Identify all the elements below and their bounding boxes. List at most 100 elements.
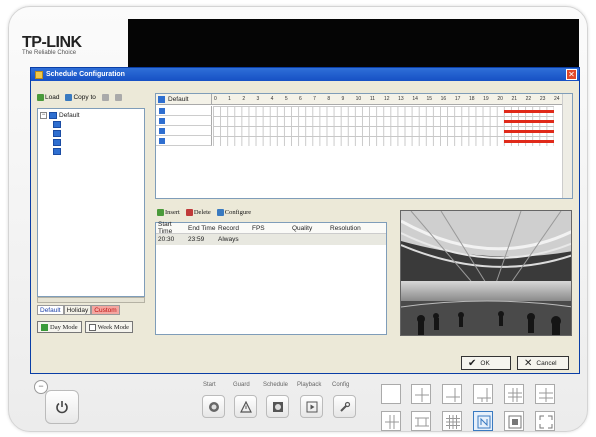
grid-corner-label: Default [168, 96, 189, 103]
layout-10-button[interactable] [535, 384, 555, 404]
guard-button[interactable] [234, 395, 257, 418]
config-button[interactable] [333, 395, 356, 418]
recording-block[interactable] [504, 120, 554, 123]
snapshot-button[interactable] [504, 411, 524, 431]
grid-row-label[interactable] [156, 116, 212, 126]
ok-button[interactable]: ✔ OK [461, 356, 511, 370]
power-button[interactable] [45, 390, 79, 424]
hour-label: 19 [483, 96, 489, 102]
col-record[interactable]: Record [216, 225, 250, 232]
hour-label: 14 [412, 96, 418, 102]
sequence-button[interactable] [473, 411, 493, 431]
layout-8-button[interactable] [473, 384, 493, 404]
delete-label: Delete [193, 209, 211, 216]
rule-toolbar: Insert Delete Configure [157, 209, 251, 216]
col-quality[interactable]: Quality [290, 225, 328, 232]
power-icon [56, 401, 68, 414]
tab-holiday[interactable]: Holiday [63, 305, 92, 315]
tree-item[interactable] [40, 120, 142, 129]
remove-template-button[interactable] [114, 94, 122, 101]
grid-row-label[interactable] [156, 126, 212, 136]
add-template-button[interactable] [101, 94, 109, 101]
insert-button[interactable]: Insert [157, 209, 180, 216]
guard-label: Guard [233, 382, 250, 388]
schedule-button[interactable] [266, 395, 289, 418]
grid-row-label[interactable] [156, 136, 212, 146]
recording-block[interactable] [504, 130, 554, 133]
hour-label: 22 [525, 96, 532, 102]
hour-label: 7 [313, 96, 316, 102]
tree-scrollbar[interactable] [37, 297, 145, 303]
hour-label: 20 [497, 96, 503, 102]
grid-row-label[interactable] [156, 106, 212, 116]
layout-4-button[interactable] [411, 384, 431, 404]
col-resolution[interactable]: Resolution [328, 225, 368, 232]
configure-button[interactable]: Configure [216, 209, 251, 216]
schedule-dialog: Schedule Configuration ✕ Load Copy to − … [30, 67, 580, 374]
layout-12-icon [385, 415, 399, 429]
table-header: Start Time End Time Record FPS Quality R… [156, 221, 386, 235]
table-row[interactable]: 20:30 23:59 Always [156, 234, 386, 245]
col-start-time[interactable]: Start Time [156, 221, 186, 235]
col-end-time[interactable]: End Time [186, 225, 216, 232]
layout-13-icon [415, 417, 429, 427]
hour-label: 1 [228, 96, 231, 102]
cell-record: Always [218, 236, 239, 243]
collapse-icon[interactable]: − [40, 112, 47, 119]
load-label: Load [45, 94, 60, 101]
recording-block[interactable] [504, 110, 554, 113]
play-icon [306, 401, 317, 412]
hour-label: 17 [454, 96, 461, 102]
layout-9-button[interactable] [504, 384, 524, 404]
hour-label: 13 [398, 96, 404, 102]
tree-item[interactable] [40, 129, 142, 138]
grid-cells[interactable] [213, 106, 554, 146]
delete-icon [185, 209, 193, 216]
cell-start: 20:30 [158, 236, 175, 243]
week-mode-label: Week Mode [97, 323, 130, 331]
col-fps[interactable]: FPS [250, 225, 290, 232]
mode-buttons: Day Mode Week Mode [37, 321, 134, 333]
fullscreen-button[interactable] [535, 411, 555, 431]
wrench-icon [339, 401, 350, 412]
week-mode-button[interactable]: Week Mode [84, 321, 134, 333]
grid-corner: Default [156, 94, 212, 105]
hour-label: 18 [469, 96, 475, 102]
cancel-label: Cancel [536, 359, 557, 367]
layout-6-button[interactable] [442, 384, 462, 404]
hour-label: 8 [327, 96, 331, 102]
layout-1-button[interactable] [381, 384, 401, 404]
day-mode-button[interactable]: Day Mode [37, 321, 82, 333]
hour-label: 9 [341, 96, 345, 102]
playback-button[interactable] [300, 395, 323, 418]
camera-icon [53, 148, 61, 155]
load-button[interactable]: Load [37, 94, 59, 101]
hour-label: 16 [440, 96, 447, 102]
copy-to-button[interactable]: Copy to [65, 94, 96, 101]
grid-scrollbar[interactable] [562, 94, 572, 198]
hour-label: 21 [511, 96, 518, 102]
tree-root[interactable]: − Default [40, 111, 142, 120]
layout-12-button[interactable] [381, 411, 401, 431]
close-icon[interactable]: ✕ [566, 69, 577, 80]
layout-16-button[interactable] [442, 411, 462, 431]
tree-item[interactable] [40, 138, 142, 147]
tree-root-label: Default [59, 112, 80, 119]
delete-button[interactable]: Delete [185, 209, 211, 216]
add-icon [101, 94, 109, 101]
tab-default[interactable]: Default [37, 305, 64, 315]
hour-label: 2 [242, 96, 246, 102]
schedule-table: Start Time End Time Record FPS Quality R… [155, 221, 387, 335]
tree-item[interactable] [40, 147, 142, 156]
layout-13-button[interactable] [411, 411, 431, 431]
config-label: Config [332, 382, 350, 388]
brand-logo: TP-LINK The Reliable Choice [22, 34, 122, 56]
playback-label: Playback [297, 382, 322, 388]
cancel-button[interactable]: ✕ Cancel [517, 356, 569, 370]
tab-custom[interactable]: Custom [91, 305, 120, 315]
start-button[interactable] [202, 395, 225, 418]
hour-label: 5 [284, 96, 288, 102]
dialog-titlebar: Schedule Configuration [31, 68, 579, 81]
week-mode-icon [88, 323, 96, 331]
recording-block[interactable] [504, 140, 554, 143]
